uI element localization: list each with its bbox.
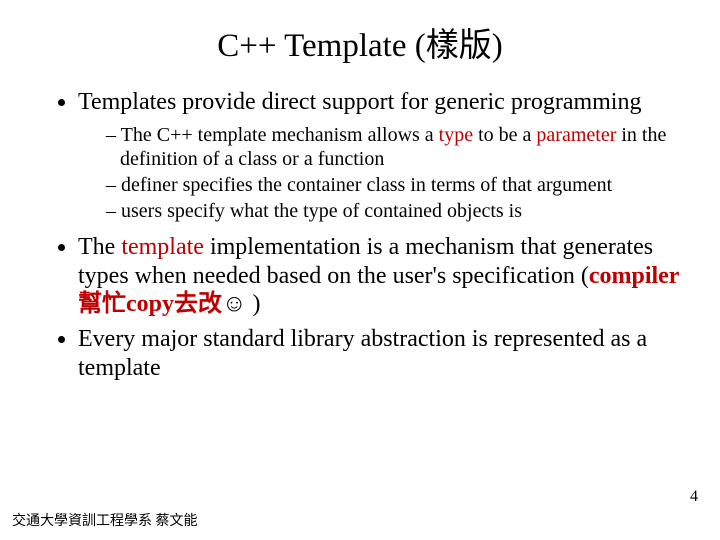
sub-1b: definer specifies the container class in… [106, 173, 680, 197]
bullet-2-template: template [121, 234, 204, 260]
smile-icon: ☺ [222, 291, 247, 317]
sub-1a-type: type [439, 124, 473, 146]
bullet-list: Templates provide direct support for gen… [52, 88, 680, 383]
sub-1a: The C++ template mechanism allows a type… [106, 123, 680, 171]
bullet-2: The template implementation is a mechani… [78, 233, 680, 319]
slide-title: C++ Template (樣版) [40, 18, 680, 66]
sub-list-1: The C++ template mechanism allows a type… [78, 123, 680, 223]
sub-1a-param: parameter [536, 124, 616, 146]
sub-1a-pre: The C++ template mechanism allows a [121, 124, 439, 146]
bullet-1-text: Templates provide direct support for gen… [78, 89, 641, 115]
bullet-2-end: ) [247, 291, 261, 317]
bullet-1: Templates provide direct support for gen… [78, 88, 680, 223]
bullet-2-pre: The [78, 234, 121, 260]
sub-1a-mid: to be a [473, 124, 536, 146]
bullet-3: Every major standard library abstraction… [78, 325, 680, 383]
footer-text: 交通大學資訓工程學系 蔡文能 [12, 510, 198, 530]
page-number: 4 [690, 488, 698, 506]
sub-1c: users specify what the type of contained… [106, 199, 680, 223]
